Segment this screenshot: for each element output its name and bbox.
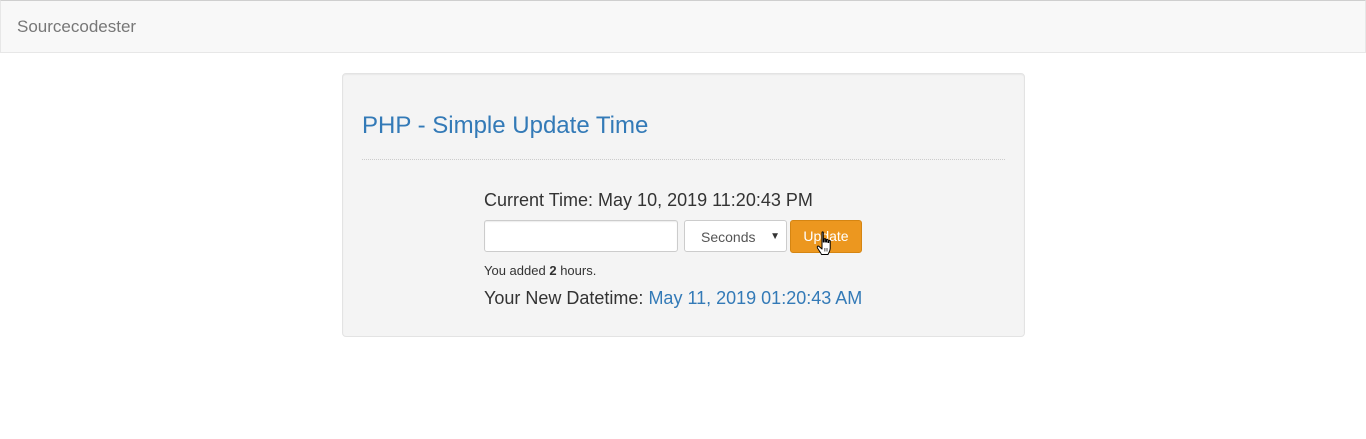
navbar-brand[interactable]: Sourcecodester [17, 17, 136, 37]
added-amount: 2 [549, 263, 557, 278]
hand-pointer-cursor-icon [816, 231, 831, 255]
unit-select[interactable]: Seconds ▼ [684, 220, 787, 252]
top-navbar: Sourcecodester [0, 0, 1366, 53]
page-title: PHP - Simple Update Time [362, 112, 649, 139]
current-time-line: Current Time: May 10, 2019 11:20:43 PM [484, 189, 813, 211]
new-datetime-label: Your New Datetime: [484, 288, 644, 308]
current-time-value: May 10, 2019 11:20:43 PM [598, 190, 813, 210]
new-datetime-value: May 11, 2019 01:20:43 AM [648, 288, 863, 308]
added-suffix: hours. [560, 263, 597, 278]
current-time-label: Current Time: [484, 190, 594, 210]
added-prefix: You added [484, 263, 546, 278]
unit-select-value: Seconds [701, 229, 756, 245]
update-time-panel: PHP - Simple Update Time Current Time: M… [342, 73, 1025, 337]
amount-input[interactable] [484, 220, 678, 252]
caret-down-icon: ▼ [770, 231, 780, 242]
new-datetime-line: Your New Datetime: May 11, 2019 01:20:43… [484, 287, 862, 309]
title-divider [362, 159, 1005, 160]
added-message: You added 2 hours. [484, 263, 596, 279]
